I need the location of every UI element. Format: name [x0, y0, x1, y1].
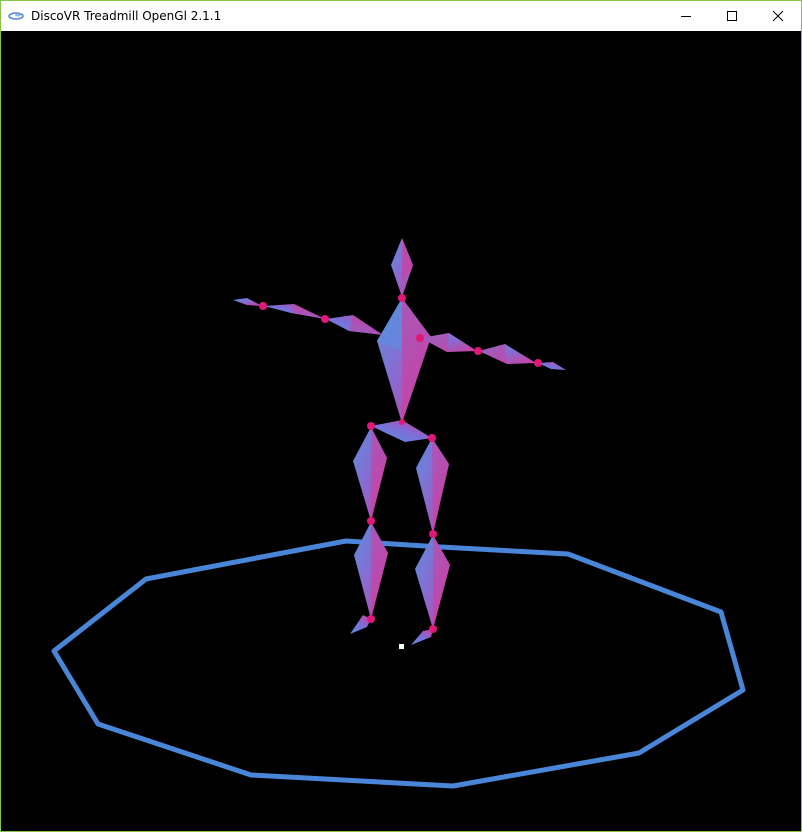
joint-right-shoulder	[416, 334, 424, 342]
joint-right-hip	[428, 434, 436, 442]
close-icon	[772, 10, 784, 22]
treadmill-boundary	[51, 538, 746, 789]
joint-left-hip	[367, 422, 375, 430]
bone-left-hand	[233, 298, 262, 306]
window-controls	[663, 1, 801, 31]
close-button[interactable]	[755, 1, 801, 31]
joint-right-elbow	[474, 347, 482, 355]
app-window: DiscoVR Treadmill OpenGl 2.1.1	[0, 0, 802, 832]
center-marker	[399, 644, 404, 649]
window-title: DiscoVR Treadmill OpenGl 2.1.1	[31, 9, 222, 23]
joint-right-knee	[429, 530, 437, 538]
maximize-button[interactable]	[709, 1, 755, 31]
joint-left-knee	[367, 517, 375, 525]
bone-right-hand	[538, 362, 566, 370]
title-bar[interactable]: DiscoVR Treadmill OpenGl 2.1.1	[1, 1, 801, 31]
joint-left-elbow	[321, 315, 329, 323]
minimize-icon	[681, 16, 691, 17]
minimize-button[interactable]	[663, 1, 709, 31]
bone-right-foot	[411, 629, 433, 645]
joint-right-ankle	[429, 625, 437, 633]
maximize-icon	[727, 11, 737, 21]
opengl-viewport[interactable]	[1, 31, 801, 831]
app-icon	[8, 12, 24, 20]
joint-neck	[398, 294, 406, 302]
joint-pelvis-center	[399, 419, 405, 425]
joint-left-ankle	[367, 615, 375, 623]
joint-left-wrist	[259, 302, 267, 310]
scene-canvas	[51, 238, 746, 789]
joint-right-wrist	[534, 359, 542, 367]
